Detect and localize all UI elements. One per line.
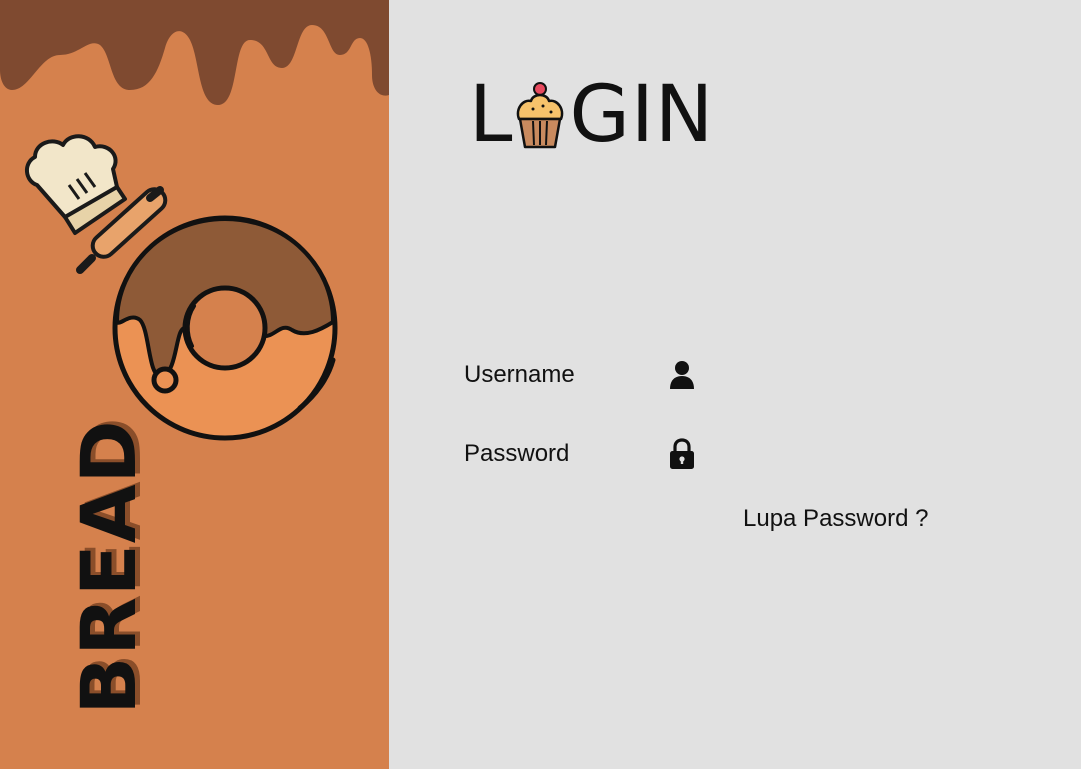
cupcake-icon <box>517 82 564 149</box>
brand-name: BREAD <box>64 419 153 715</box>
chef-hat-icon <box>25 134 127 235</box>
user-icon <box>670 361 694 389</box>
forgot-password-link[interactable]: Lupa Password ? <box>743 505 928 533</box>
chocolate-drip <box>0 0 389 105</box>
bakery-illustration <box>0 0 389 441</box>
password-label: Password <box>464 440 570 467</box>
title-prefix: L <box>469 70 514 160</box>
username-label: Username <box>464 361 575 388</box>
donut-icon <box>112 215 338 441</box>
username-input[interactable] <box>719 358 1023 394</box>
page-title: L GIN <box>469 70 714 160</box>
brand-panel: BREAD BREAD <box>0 0 389 769</box>
login-panel: L GIN Username Password Lupa Password ? <box>389 0 1081 769</box>
title-suffix: GIN <box>569 70 715 160</box>
password-input[interactable] <box>719 437 1023 473</box>
lock-icon <box>670 438 694 469</box>
login-page: BREAD BREAD L GIN Username Password Lupa… <box>0 0 1081 769</box>
